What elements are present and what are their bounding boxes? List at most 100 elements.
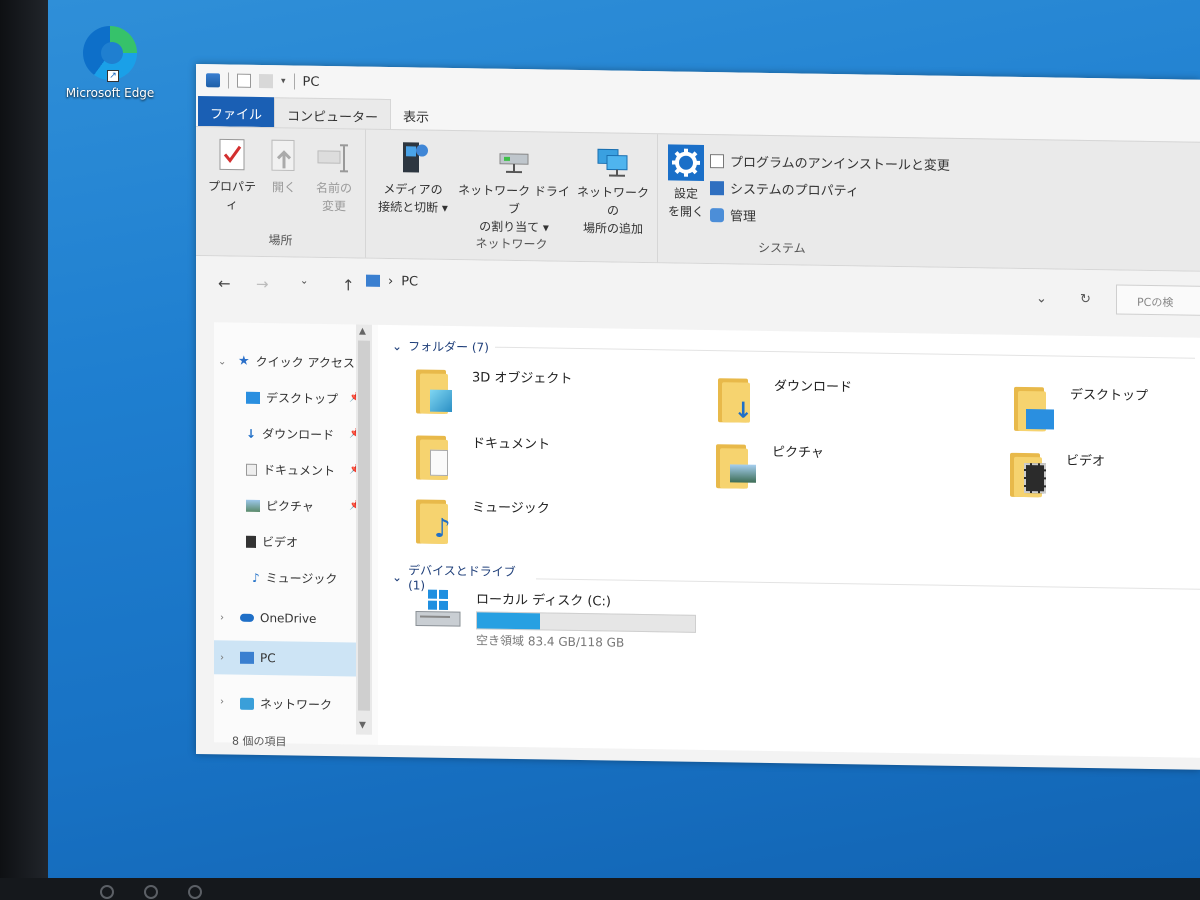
collapse-chevron-icon: ⌄ bbox=[392, 569, 403, 584]
folders-section-header[interactable]: ⌄ フォルダー (7) bbox=[392, 337, 1195, 367]
up-arrow-icon[interactable]: ↑ bbox=[342, 276, 355, 294]
documents-folder-icon bbox=[416, 431, 458, 482]
system-monitor-icon bbox=[710, 180, 724, 195]
nav-onedrive[interactable]: OneDrive bbox=[240, 611, 316, 626]
desktop-edge-shortcut[interactable]: ↗ Microsoft Edge bbox=[60, 26, 160, 100]
qat-dropdown-icon[interactable]: ▾ bbox=[281, 76, 286, 86]
nav-videos[interactable]: ビデオ bbox=[246, 533, 298, 551]
open-button[interactable]: 開く bbox=[262, 138, 306, 197]
rename-button[interactable]: 名前の 変更 bbox=[306, 139, 362, 216]
network-location-icon bbox=[595, 143, 631, 180]
3d-objects-folder-icon bbox=[416, 365, 458, 416]
address-dropdown-icon[interactable]: ⌄ bbox=[1036, 291, 1047, 306]
network-icon bbox=[240, 697, 254, 710]
folder-music[interactable]: ♪ ミュージック bbox=[416, 495, 550, 547]
drive-name: ローカル ディスク (C:) bbox=[476, 592, 611, 610]
ribbon-group-network: メディアの 接続と切断 ▾ ネットワーク ドライブ の割り当て ▾ ネットワーク… bbox=[366, 129, 658, 263]
expand-chevron-icon[interactable]: › bbox=[220, 696, 224, 707]
ribbon: プロパティ 開く 名前の 変更 場所 メディアの 接続と切断 ▾ ネットワーク … bbox=[196, 126, 1200, 272]
folder-videos[interactable]: ビデオ bbox=[1010, 449, 1105, 500]
open-settings-button[interactable]: 設定 を開く bbox=[666, 144, 706, 221]
window-title: PC bbox=[302, 74, 320, 90]
monitor-bezel-left bbox=[0, 0, 52, 900]
forward-arrow-icon[interactable]: → bbox=[256, 275, 269, 293]
nav-scrollbar[interactable]: ▲ ▼ bbox=[356, 324, 372, 735]
nav-network[interactable]: ネットワーク bbox=[240, 695, 332, 713]
media-device-icon bbox=[395, 140, 431, 177]
folder-documents[interactable]: ドキュメント bbox=[416, 431, 550, 483]
tab-file[interactable]: ファイル bbox=[198, 96, 275, 128]
edge-icon: ↗ bbox=[83, 26, 137, 82]
network-drive-icon bbox=[496, 142, 532, 179]
refresh-icon[interactable]: ↻ bbox=[1080, 292, 1091, 307]
folder-3d-objects[interactable]: 3D オブジェクト bbox=[416, 365, 572, 417]
taskbar bbox=[100, 884, 320, 900]
manage-button[interactable]: 管理 bbox=[710, 201, 950, 232]
search-input[interactable]: PCの検 bbox=[1116, 284, 1200, 316]
media-connect-button[interactable]: メディアの 接続と切断 ▾ bbox=[370, 140, 456, 217]
tab-computer[interactable]: コンピューター bbox=[274, 97, 392, 130]
group-label-network: ネットワーク bbox=[475, 236, 548, 252]
nav-pc[interactable]: PC bbox=[240, 651, 276, 665]
shortcut-arrow-icon: ↗ bbox=[107, 70, 119, 82]
tab-view[interactable]: 表示 bbox=[391, 99, 441, 130]
folder-downloads[interactable]: ↓ ダウンロード bbox=[718, 374, 852, 426]
edge-taskbar-icon[interactable] bbox=[188, 885, 202, 899]
nav-pictures[interactable]: ピクチャ bbox=[246, 497, 314, 515]
computer-management-icon bbox=[710, 207, 724, 222]
nav-desktop[interactable]: デスクトップ bbox=[246, 389, 338, 407]
new-folder-qat-icon[interactable] bbox=[259, 73, 273, 89]
scroll-up-icon[interactable]: ▲ bbox=[359, 327, 366, 337]
system-commands: プログラムのアンインストールと変更 システムのプロパティ 管理 bbox=[710, 147, 950, 232]
expand-chevron-icon[interactable]: ⌄ bbox=[218, 356, 226, 367]
address-bar[interactable]: › PC bbox=[366, 267, 1066, 306]
properties-button[interactable]: プロパティ bbox=[204, 137, 260, 214]
nav-documents[interactable]: ドキュメント bbox=[246, 461, 335, 479]
properties-icon bbox=[214, 137, 250, 174]
ribbon-group-system: 設定 を開く プログラムのアンインストールと変更 システムのプロパティ 管理 シ… bbox=[658, 134, 1148, 270]
navigation-pane: ⌄ ★ クイック アクセス デスクトップ 📌 ↓ダウンロード 📌 ドキュメント … bbox=[214, 322, 379, 745]
uninstall-programs-button[interactable]: プログラムのアンインストールと変更 bbox=[710, 147, 950, 178]
back-arrow-icon[interactable]: ← bbox=[218, 274, 231, 292]
add-network-location-button[interactable]: ネットワークの 場所の追加 bbox=[572, 143, 654, 238]
map-network-drive-button[interactable]: ネットワーク ドライブ の割り当て ▾ bbox=[458, 141, 570, 237]
recent-locations-chevron-icon[interactable]: ⌄ bbox=[300, 276, 308, 287]
drive-free-space: 空き領域 83.4 GB/118 GB bbox=[476, 633, 625, 650]
nav-downloads[interactable]: ↓ ダウンロード bbox=[246, 425, 334, 443]
file-explorer-window: ▾ PC ファイル コンピューター 表示 プロパティ 開く 名前の 変更 場所 … bbox=[196, 64, 1200, 770]
drive-c[interactable]: ローカル ディスク (C:) 空き領域 83.4 GB/118 GB bbox=[414, 587, 696, 651]
properties-qat-icon[interactable] bbox=[237, 73, 251, 88]
group-label-system: システム bbox=[758, 240, 806, 256]
nav-music[interactable]: ♪ ミュージック bbox=[252, 569, 337, 587]
expand-chevron-icon[interactable]: › bbox=[220, 652, 224, 663]
breadcrumb-pc[interactable]: PC bbox=[401, 274, 418, 289]
nav-selection-highlight bbox=[214, 640, 369, 677]
nav-quick-access[interactable]: ★ クイック アクセス bbox=[238, 353, 355, 372]
content-pane: ⌄ フォルダー (7) 3D オブジェクト ↓ ダウンロード デスクトップ ドキ… bbox=[378, 324, 1200, 758]
group-label-location: 場所 bbox=[268, 233, 293, 248]
picture-icon bbox=[246, 499, 260, 512]
folder-pictures[interactable]: ピクチャ bbox=[716, 440, 824, 492]
desktop-icon bbox=[246, 391, 260, 404]
expand-chevron-icon[interactable]: › bbox=[220, 612, 224, 623]
document-icon bbox=[246, 463, 257, 476]
ribbon-group-location: プロパティ 開く 名前の 変更 場所 bbox=[196, 127, 366, 258]
music-folder-icon: ♪ bbox=[416, 495, 458, 546]
folder-desktop[interactable]: デスクトップ bbox=[1014, 383, 1148, 435]
scrollbar-thumb[interactable] bbox=[358, 340, 370, 711]
status-bar-item-count: 8 個の項目 bbox=[232, 734, 287, 749]
collapse-chevron-icon: ⌄ bbox=[392, 338, 403, 353]
star-icon: ★ bbox=[238, 353, 250, 369]
desktop-icon-label: Microsoft Edge bbox=[65, 86, 155, 100]
search-icon[interactable] bbox=[144, 885, 158, 899]
pc-icon bbox=[240, 651, 254, 664]
scroll-down-icon[interactable]: ▼ bbox=[359, 721, 366, 731]
desktop-folder-icon bbox=[1014, 383, 1056, 434]
start-icon[interactable] bbox=[100, 885, 114, 899]
pc-icon bbox=[206, 73, 220, 88]
system-properties-button[interactable]: システムのプロパティ bbox=[710, 174, 950, 205]
pictures-folder-icon bbox=[716, 440, 758, 491]
film-icon bbox=[246, 535, 256, 548]
breadcrumb-separator-icon: › bbox=[388, 273, 394, 289]
videos-folder-icon bbox=[1010, 449, 1052, 500]
